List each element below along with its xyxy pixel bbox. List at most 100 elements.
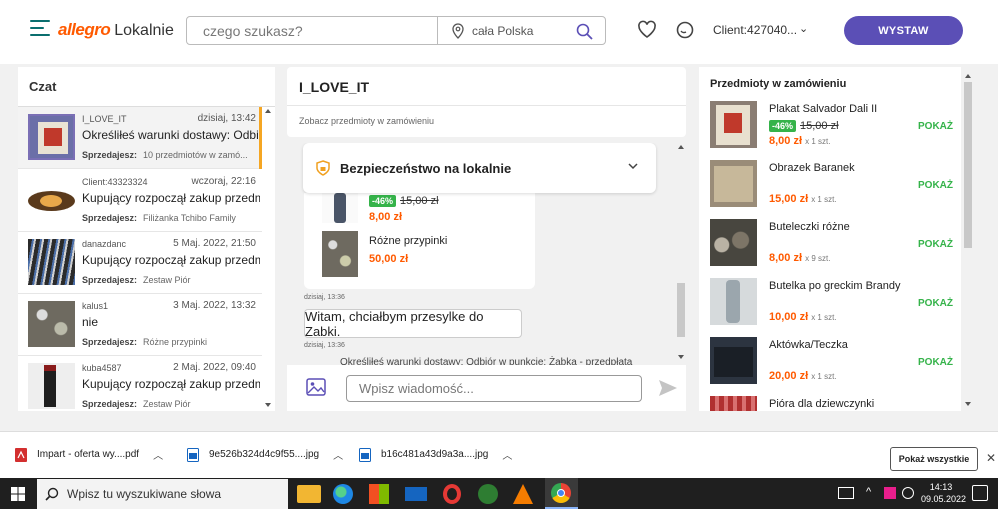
seller-label: Sprzedajesz:: [82, 150, 138, 160]
message-timestamp: dzisiaj, 13:36: [304, 294, 345, 301]
system-clock[interactable]: 14:13 09.05.2022: [921, 481, 966, 505]
chat-thumbnail: [28, 301, 75, 347]
show-button[interactable]: POKAŻ: [918, 298, 953, 309]
chat-item[interactable]: I_LOVE_IT dzisiaj, 13:42 Określiłeś waru…: [18, 107, 262, 169]
seller-label: Sprzedajesz:: [82, 213, 138, 223]
tray-app-icon[interactable]: [884, 487, 896, 499]
chat-date: 5 Maj. 2022, 21:50: [173, 238, 256, 249]
item-name: Różne przypinki: [369, 235, 448, 247]
chevron-up-icon[interactable]: ^: [866, 486, 871, 498]
seller-item: Zestaw Piór: [143, 399, 191, 409]
chat-list-scrollbar[interactable]: [263, 107, 273, 411]
order-items-scrollbar[interactable]: [963, 72, 973, 411]
order-items-link[interactable]: Zobacz przedmioty w zamówieniu: [299, 116, 434, 126]
chat-last-message: Kupujący rozpoczął zakup przedm...: [82, 377, 260, 391]
vlc-icon[interactable]: [513, 484, 533, 504]
quantity: x 1 szt.: [805, 137, 831, 146]
item-price-line: 15,00 zł x 1 szt.: [769, 193, 837, 205]
store-icon[interactable]: [369, 484, 389, 504]
search-icon[interactable]: [576, 23, 593, 40]
chevron-up-icon[interactable]: ︿: [333, 447, 343, 462]
chat-selling: Sprzedajesz: Zestaw Piór: [82, 275, 257, 285]
file-explorer-icon[interactable]: [297, 485, 321, 503]
conversation-panel: I_LOVE_IT Zobacz przedmioty w zamówieniu…: [287, 67, 686, 411]
show-button[interactable]: POKAŻ: [918, 357, 953, 368]
allegro-lokalnie-logo[interactable]: allegro Lokalnie: [58, 20, 174, 40]
old-price: 15,00 zł: [400, 195, 439, 207]
location-value: cała Polska: [472, 23, 534, 38]
seller-item: Filiżanka Tchibo Family: [143, 213, 236, 223]
windows-taskbar: Wpisz tu wyszukiwane słowa ^ 14:13 09.05.…: [0, 478, 998, 509]
wystaw-button[interactable]: WYSTAW: [844, 16, 963, 45]
quantity: x 1 szt.: [811, 195, 837, 204]
chat-thumbnail: [28, 363, 75, 409]
network-icon[interactable]: [902, 487, 914, 499]
heart-icon[interactable]: [637, 20, 657, 39]
opera-icon[interactable]: [443, 484, 461, 504]
price: 15,00 zł: [769, 193, 809, 205]
item-name: Pióra dla dziewczynki: [769, 398, 875, 410]
item-old-price-line: -46% 15,00 zł: [769, 120, 839, 132]
conversation-title: I_LOVE_IT: [299, 79, 370, 95]
messages-area: -46% 15,00 zł 8,00 zł Różne przypinki 50,…: [287, 143, 686, 365]
seller-label: Sprzedajesz:: [82, 337, 138, 347]
chat-thumbnail: [28, 114, 75, 160]
show-all-downloads-button[interactable]: Pokaż wszystkie: [890, 447, 978, 471]
chat-thumbnail: [28, 239, 75, 285]
chevron-down-icon[interactable]: ⌄: [799, 22, 808, 35]
order-item: Obrazek Baranek 15,00 zł x 1 szt. POKAŻ: [699, 160, 961, 219]
downloads-bar: Impart - oferta wy....pdf ︿ 9e526b324d4c…: [0, 431, 998, 478]
hamburger-menu-icon[interactable]: [30, 20, 50, 38]
client-account[interactable]: Client:427040...: [713, 23, 797, 37]
mail-icon[interactable]: [405, 487, 427, 501]
chat-list-panel: Czat I_LOVE_IT dzisiaj, 13:42 Określiłeś…: [18, 67, 275, 411]
download-item[interactable]: Impart - oferta wy....pdf ︿: [15, 447, 163, 462]
chrome-taskbar-button[interactable]: [545, 478, 578, 509]
utorrent-icon[interactable]: [478, 484, 498, 504]
price: 8,00 zł: [369, 211, 403, 223]
image-attach-icon[interactable]: [306, 378, 326, 396]
close-icon[interactable]: ✕: [986, 451, 996, 465]
search-input[interactable]: czego szukasz?: [187, 17, 438, 44]
image-file-icon: [359, 447, 371, 462]
show-button[interactable]: POKAŻ: [918, 239, 953, 250]
windows-start-icon[interactable]: [11, 487, 25, 501]
security-accordion[interactable]: Bezpieczeństwo na lokalnie: [303, 143, 656, 193]
item-price-line: 8,00 zł x 9 szt.: [769, 252, 830, 264]
show-button[interactable]: POKAŻ: [918, 121, 953, 132]
message-input[interactable]: Wpisz wiadomość...: [346, 375, 642, 402]
send-icon[interactable]: [658, 379, 678, 397]
download-item[interactable]: b16c481a43d9a3a....jpg ︿: [359, 447, 512, 462]
chat-last-message: nie: [82, 315, 99, 329]
download-filename: 9e526b324d4c9f55....jpg: [209, 449, 320, 460]
chevron-down-icon[interactable]: [628, 163, 638, 170]
notifications-icon[interactable]: [972, 485, 988, 501]
edge-browser-icon[interactable]: [333, 484, 353, 504]
selected-indicator: [259, 107, 262, 169]
product-thumb: [322, 231, 358, 277]
order-item: Pióra dla dziewczynki: [699, 396, 961, 411]
shield-icon: [316, 160, 330, 176]
price: 8,00 zł: [769, 135, 803, 147]
message-input-bar: Wpisz wiadomość...: [287, 365, 686, 411]
chat-item[interactable]: Client:43323324 wczoraj, 22:16 Kupujący …: [18, 170, 262, 232]
show-button[interactable]: POKAŻ: [918, 180, 953, 191]
chevron-up-icon[interactable]: ︿: [153, 447, 163, 462]
chat-item[interactable]: kuba4587 2 Maj. 2022, 09:40 Kupujący roz…: [18, 356, 262, 411]
price: 10,00 zł: [769, 311, 809, 323]
order-item: Plakat Salvador Dali II -46% 15,00 zł 8,0…: [699, 101, 961, 160]
seller-item: Różne przypinki: [143, 337, 208, 347]
chat-selling: Sprzedajesz: Filiżanka Tchibo Family: [82, 213, 257, 223]
seller-item: Zestaw Piór: [143, 275, 191, 285]
keyboard-icon[interactable]: [838, 487, 854, 499]
chat-item[interactable]: danazdanc 5 Maj. 2022, 21:50 Kupujący ro…: [18, 232, 262, 294]
chat-item[interactable]: kalus1 3 Maj. 2022, 13:32 nie Sprzedajes…: [18, 294, 262, 356]
conversation-scrollbar[interactable]: [676, 143, 686, 365]
chat-bubble-icon[interactable]: [675, 20, 695, 40]
taskbar-search[interactable]: Wpisz tu wyszukiwane słowa: [37, 479, 288, 509]
chat-last-message: Określiłeś warunki dostawy: Odbi...: [82, 128, 260, 142]
order-item: Buteleczki różne 8,00 zł x 9 szt. POKAŻ: [699, 219, 961, 278]
item-price-line: 20,00 zł x 1 szt.: [769, 370, 837, 382]
download-item[interactable]: 9e526b324d4c9f55....jpg ︿: [187, 447, 343, 462]
chevron-up-icon[interactable]: ︿: [502, 447, 512, 462]
